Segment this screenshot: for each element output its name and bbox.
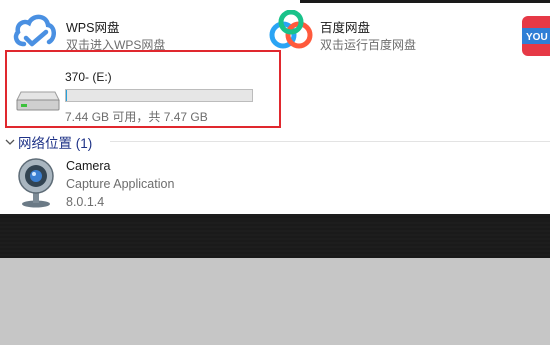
- camera-version: 8.0.1.4: [66, 195, 105, 209]
- background-area: [0, 258, 550, 345]
- baidu-title: 百度网盘: [320, 21, 371, 35]
- wps-title: WPS网盘: [66, 21, 120, 35]
- drive-e-tile[interactable]: 370- (E:) 7.44 GB 可用，共 7.47 GB: [5, 50, 281, 128]
- youku-badge-text: YOU: [526, 32, 548, 43]
- baidu-netdisk-tile[interactable]: 百度网盘 双击运行百度网盘: [262, 0, 512, 52]
- wps-cloud-icon: [12, 12, 56, 50]
- explorer-pane: WPS网盘 双击进入WPS网盘 百度网盘 双击运行百度网盘 YOU 370- (…: [0, 0, 550, 214]
- usb-drive-icon: [15, 90, 61, 112]
- youku-icon: YOU: [520, 14, 550, 58]
- group-divider: [110, 141, 550, 142]
- drive-usage-fill: [66, 90, 67, 101]
- group-header-label: 网络位置 (1): [18, 136, 93, 151]
- youku-tile[interactable]: YOU: [520, 14, 550, 58]
- network-location-group-header[interactable]: 网络位置 (1): [4, 132, 92, 152]
- webcam-icon: [16, 158, 56, 208]
- dark-band: [0, 214, 550, 258]
- drive-label: 370- (E:): [65, 70, 112, 84]
- wps-netdisk-tile[interactable]: WPS网盘 双击进入WPS网盘: [0, 0, 260, 52]
- camera-description: Capture Application: [66, 177, 175, 191]
- drive-usage-bar: [65, 89, 253, 102]
- camera-tile[interactable]: Camera Capture Application 8.0.1.4: [0, 150, 260, 212]
- drive-space-text: 7.44 GB 可用，共 7.47 GB: [65, 110, 208, 124]
- baidu-subtitle: 双击运行百度网盘: [320, 38, 417, 52]
- baidu-netdisk-icon: [268, 9, 314, 50]
- camera-title: Camera: [66, 159, 111, 173]
- chevron-down-icon: [4, 136, 16, 148]
